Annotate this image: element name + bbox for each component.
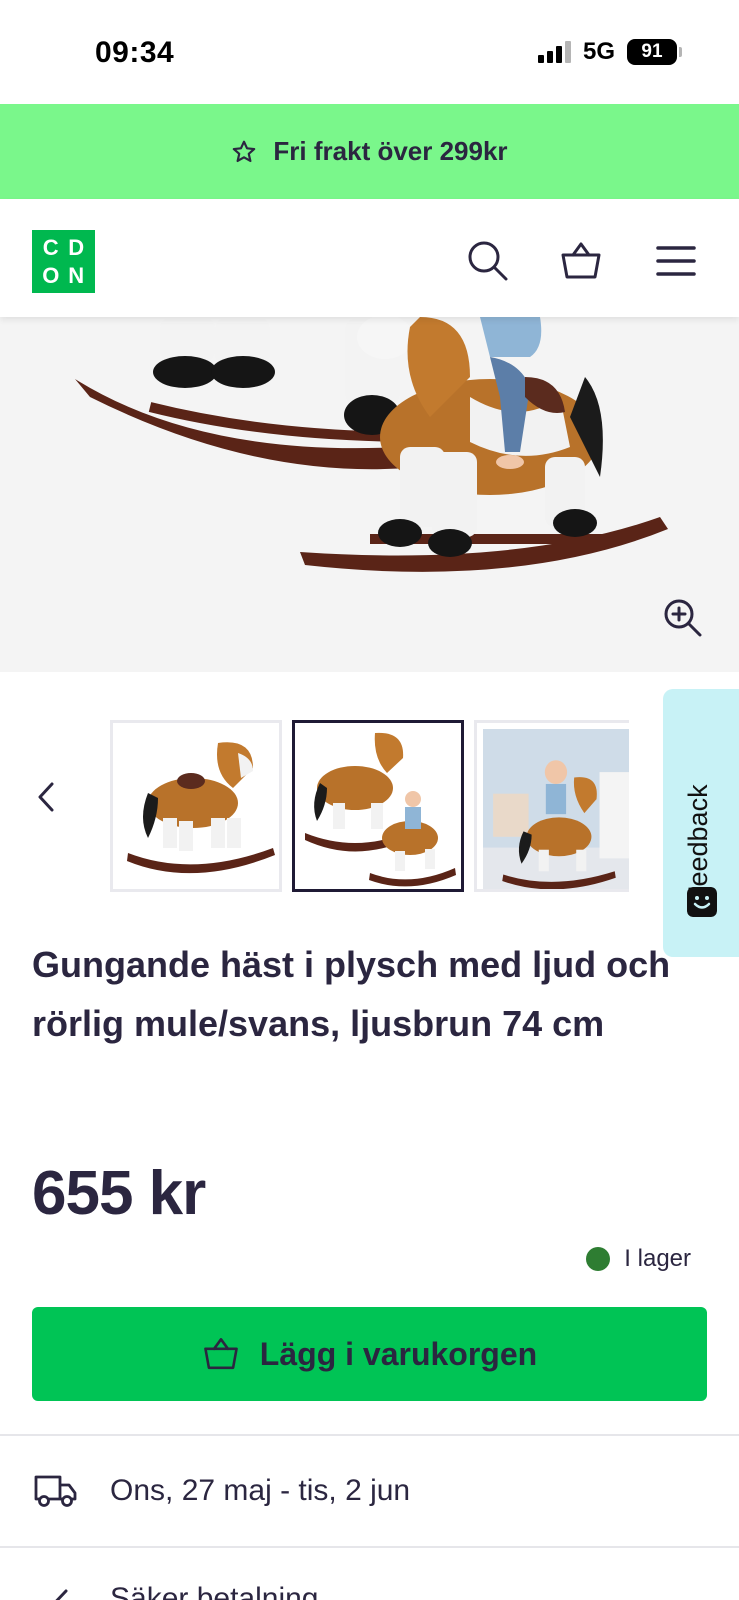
feedback-tab[interactable]: Feedback: [663, 689, 739, 957]
product-price: 655 kr: [32, 1159, 206, 1228]
add-to-cart-button[interactable]: Lägg i varukorgen: [32, 1307, 707, 1401]
truck-icon: [34, 1475, 77, 1507]
promo-banner: Fri frakt över 299kr: [0, 104, 739, 199]
delivery-row: Ons, 27 maj - tis, 2 jun: [0, 1436, 739, 1546]
rocking-horse-image: [75, 317, 668, 572]
network-type: 5G: [582, 38, 615, 65]
zoom-icon[interactable]: [662, 597, 704, 639]
feedback-label: Feedback: [683, 784, 713, 903]
cart-icon: [203, 1338, 238, 1370]
delivery-date: Ons, 27 maj - tis, 2 jun: [110, 1474, 411, 1507]
thumbnail-carousel: [0, 690, 739, 915]
site-header: C D O N: [0, 199, 739, 317]
thumbnail-image: [305, 732, 456, 887]
status-bar: 09:34 5G 91: [0, 0, 739, 104]
product-title: Gungande häst i plysch med ljud och rörl…: [32, 944, 671, 1044]
divider: [0, 1546, 739, 1548]
battery-level: 91: [641, 41, 663, 62]
stock-status: I lager: [586, 1245, 691, 1273]
promo-text: Fri frakt över 299kr: [273, 136, 508, 166]
add-to-cart-label: Lägg i varukorgen: [259, 1335, 538, 1372]
stock-indicator-icon: [586, 1247, 611, 1271]
stock-label: I lager: [624, 1245, 691, 1272]
logo-letter: D: [68, 235, 85, 260]
thumbnail-2[interactable]: [292, 720, 464, 892]
status-indicators: 5G 91: [537, 38, 682, 66]
cdon-logo[interactable]: C D O N: [32, 230, 95, 293]
battery-icon: 91: [627, 39, 682, 65]
secure-payment-row: Säker betalning: [0, 1560, 739, 1600]
logo-letter: C: [42, 235, 59, 260]
star-icon: [233, 140, 256, 162]
chevron-left-icon[interactable]: [34, 780, 60, 814]
menu-icon[interactable]: [654, 239, 698, 283]
logo-letter: N: [68, 262, 85, 288]
search-icon[interactable]: [466, 239, 510, 283]
secure-payment-label: Säker betalning: [110, 1582, 319, 1600]
product-main-image[interactable]: [0, 317, 739, 672]
feedback-smiley-icon: [687, 887, 717, 917]
status-time: 09:34: [95, 36, 175, 69]
signal-icon: [537, 41, 571, 63]
thumbnail-1[interactable]: [110, 720, 282, 892]
logo-letter: O: [42, 262, 60, 288]
thumbnail-image: [127, 742, 275, 874]
cart-icon[interactable]: [559, 239, 603, 283]
checkmark-icon: [55, 1589, 68, 1600]
thumbnail-image: [483, 729, 629, 889]
thumbnail-3[interactable]: [474, 720, 629, 892]
